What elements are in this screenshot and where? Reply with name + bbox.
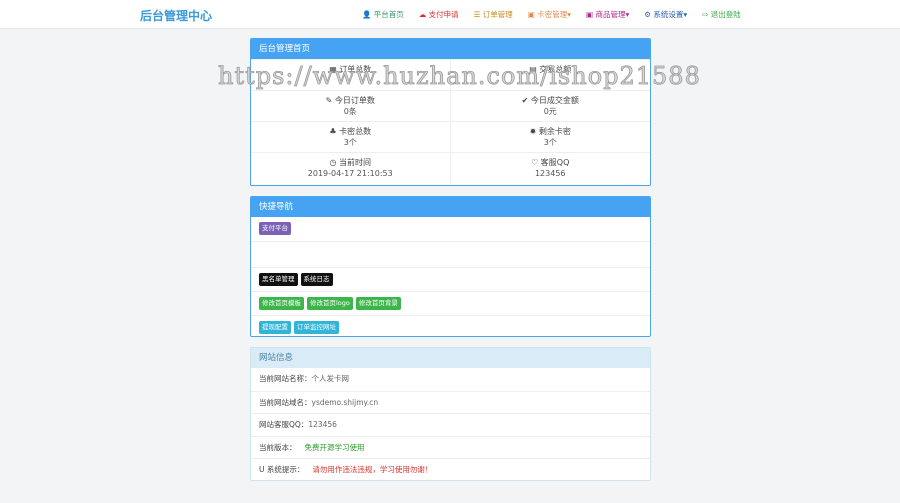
nav-item-2[interactable]: ☰ 订单管理 bbox=[474, 9, 513, 20]
nav-item-0[interactable]: 👤 平台首页 bbox=[362, 9, 404, 20]
stat-value: 3个 bbox=[343, 138, 357, 147]
site-info-row: 网站客服QQ：123456 bbox=[251, 413, 650, 436]
stats-grid: ▦ 订单总数 ▤ 交易总额 ✎ 今日订单数 0条 ✔ 今日成交金额 0元 ♣ 卡密总数 3个 ✹… bbox=[251, 59, 650, 183]
quick-nav-row: 提现配置 订单监控网址 bbox=[251, 315, 650, 336]
stat-value: 0条 bbox=[343, 107, 357, 116]
quick-nav-button[interactable]: 修改首页背景 bbox=[355, 297, 401, 310]
cloud-icon: ☁ bbox=[418, 10, 429, 19]
quick-nav-row bbox=[251, 241, 650, 267]
site-info-row: 当前网站名称：个人发卡网 bbox=[251, 368, 650, 391]
stat-label: ▤ 交易总额 bbox=[529, 65, 572, 74]
site-info-panel: 网站信息 当前网站名称：个人发卡网 当前网站域名：ysdemo.shijmy.cn… bbox=[250, 347, 651, 481]
logout-icon: ⇨ bbox=[702, 10, 711, 19]
stat-label: ✎ 今日订单数 bbox=[325, 96, 375, 105]
stat-value: 3个 bbox=[543, 138, 557, 147]
site-info-label: 当前版本： bbox=[259, 442, 297, 452]
nav-item-label: 商品管理▾ bbox=[595, 10, 630, 19]
quick-nav-row: 支付平台 bbox=[251, 217, 650, 241]
quick-nav-button[interactable]: 黑名单管理 bbox=[259, 273, 298, 286]
quick-nav-button[interactable]: 修改首页logo bbox=[307, 297, 353, 310]
nav-item-1[interactable]: ☁ 支付申请 bbox=[419, 9, 459, 20]
site-info-value: 免费开源学习使用 bbox=[304, 442, 365, 452]
nav-item-label: 退出登陆 bbox=[710, 10, 741, 19]
quick-nav-row: 修改首页模板 修改首页logo 修改首页背景 bbox=[251, 291, 650, 315]
site-info-row: 当前版本： 免费开源学习使用 bbox=[251, 435, 650, 459]
site-info-value: 个人发卡网 bbox=[311, 374, 350, 383]
site-info-label: 当前网站名称： bbox=[259, 374, 312, 383]
site-info-value: 123456 bbox=[308, 420, 337, 429]
stat-cell: ✹ 剩余卡密 3个 bbox=[450, 121, 650, 152]
nav-item-5[interactable]: ⚙ 系统设置▾ bbox=[644, 9, 687, 20]
gear-icon: ⚙ bbox=[644, 10, 654, 19]
stat-value: 0元 bbox=[543, 107, 557, 116]
quick-nav-button[interactable]: 修改首页模板 bbox=[259, 297, 304, 310]
nav-item-label: 订单管理 bbox=[482, 10, 513, 19]
stat-cell: ▦ 订单总数 bbox=[251, 59, 451, 90]
quick-nav-panel: 快捷导航 支付平台 黑名单管理 系统日志 修改首页模板 修改首页logo 修改首页背景 提现… bbox=[250, 196, 651, 337]
quick-nav-title: 快捷导航 bbox=[251, 197, 650, 217]
quick-nav-button[interactable]: 订单监控网址 bbox=[294, 321, 339, 334]
nav-item-label: 系统设置▾ bbox=[653, 10, 688, 19]
user-icon: 👤 bbox=[362, 10, 374, 19]
stat-cell: ◷ 当前时间 2019-04-17 21:10:53 bbox=[251, 152, 451, 183]
nav-item-label: 平台首页 bbox=[373, 10, 404, 19]
site-info-label: 当前网站域名： bbox=[259, 397, 312, 407]
quick-nav-button[interactable]: 系统日志 bbox=[300, 273, 333, 286]
stat-value: 2019-04-17 21:10:53 bbox=[307, 169, 393, 178]
site-info-value: ysdemo.shijmy.cn bbox=[311, 397, 379, 407]
site-info-title: 网站信息 bbox=[251, 348, 650, 368]
site-info-label: U 系统提示： bbox=[259, 465, 305, 474]
stat-label: ✔ 今日成交金额 bbox=[521, 96, 579, 105]
stat-label: ♡ 客服QQ bbox=[531, 158, 570, 167]
quick-nav-button[interactable]: 支付平台 bbox=[259, 222, 291, 235]
stat-label: ◷ 当前时间 bbox=[329, 158, 372, 167]
stat-label: ♣ 卡密总数 bbox=[329, 127, 372, 136]
stat-cell: ✔ 今日成交金额 0元 bbox=[450, 90, 650, 121]
brand-title[interactable]: 后台管理中心 bbox=[140, 7, 212, 24]
list-icon: ☰ bbox=[473, 10, 483, 19]
site-info-row: 当前网站域名：ysdemo.shijmy.cn bbox=[251, 390, 650, 414]
card-icon: ▣ bbox=[527, 10, 538, 19]
site-info-value: 请勿用作违法违规，学习使用勿谢！ bbox=[312, 465, 433, 474]
site-info-label: 网站客服QQ： bbox=[259, 420, 309, 429]
home-panel: 后台管理首页 ▦ 订单总数 ▤ 交易总额 ✎ 今日订单数 0条 ✔ 今日成交金额 0元 ♣ … bbox=[250, 38, 651, 186]
nav-item-label: 支付申请 bbox=[428, 10, 459, 19]
nav-item-6[interactable]: ⇨ 退出登陆 bbox=[702, 9, 741, 20]
stat-cell: ▤ 交易总额 bbox=[450, 59, 650, 90]
quick-nav-buttons: 支付平台 黑名单管理 系统日志 修改首页模板 修改首页logo 修改首页背景 提现配置 订单监… bbox=[251, 217, 650, 336]
quick-nav-button[interactable]: 提现配置 bbox=[259, 321, 291, 334]
nav-item-label: 卡密管理▾ bbox=[537, 10, 571, 19]
home-panel-title: 后台管理首页 bbox=[251, 39, 650, 59]
nav-item-4[interactable]: ▣ 商品管理▾ bbox=[586, 9, 629, 20]
site-info-row: U 系统提示： 请勿用作违法违规，学习使用勿谢！ bbox=[251, 458, 650, 480]
nav-item-3[interactable]: ▣ 卡密管理▾ bbox=[528, 9, 571, 20]
stat-cell: ♣ 卡密总数 3个 bbox=[251, 121, 451, 152]
stat-label: ▦ 订单总数 bbox=[329, 65, 372, 74]
stat-cell: ✎ 今日订单数 0条 bbox=[251, 90, 451, 121]
stat-value: 123456 bbox=[534, 169, 566, 178]
stat-cell: ♡ 客服QQ 123456 bbox=[450, 152, 650, 183]
quick-nav-row: 黑名单管理 系统日志 bbox=[251, 267, 650, 291]
main-nav: 👤 平台首页 ☁ 支付申请 ☰ 订单管理 ▣ 卡密管理▾ ▣ 商品管理▾ ⚙ 系统设置▾ ⇨… bbox=[362, 9, 741, 20]
stat-label: ✹ 剩余卡密 bbox=[529, 127, 571, 136]
site-info-list: 当前网站名称：个人发卡网 当前网站域名：ysdemo.shijmy.cn 网站客服Q… bbox=[251, 368, 650, 480]
top-navbar: 后台管理中心 👤 平台首页 ☁ 支付申请 ☰ 订单管理 ▣ 卡密管理▾ ▣ 商品管理▾ ⚙… bbox=[0, 0, 900, 29]
